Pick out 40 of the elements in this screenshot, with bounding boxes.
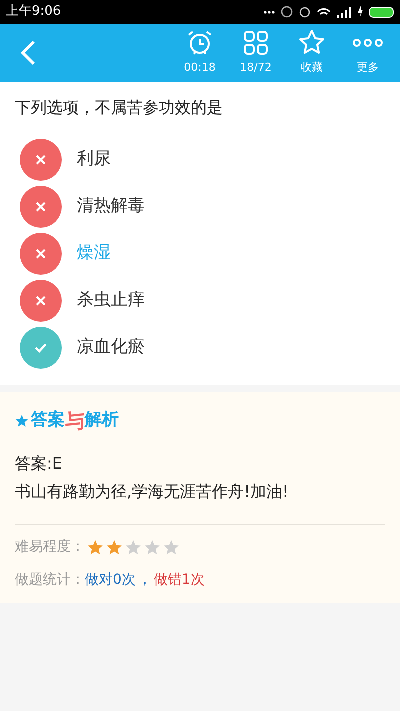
check-icon: [20, 326, 62, 368]
back-icon: [20, 40, 36, 66]
answer-text: 答案:E: [15, 453, 64, 475]
star-icon: [144, 539, 161, 556]
stats-label: 做题统计：: [15, 571, 85, 590]
encouragement-text: 书山有路勤为径,学海无涯苦作舟!加油!: [15, 481, 290, 503]
cross-icon: [20, 280, 62, 322]
correct-count: 做对0次: [85, 571, 136, 590]
analysis-title: 解析: [85, 409, 119, 432]
answer-option[interactable]: 清热解毒: [0, 183, 400, 230]
signal-icon: [337, 6, 351, 18]
star-icon: [125, 539, 142, 556]
difficulty-label: 难易程度：: [15, 538, 85, 557]
cross-icon: [20, 186, 62, 228]
wrong-count: 做错1次: [154, 571, 205, 590]
more-notifications-icon: [264, 10, 275, 14]
toolbar-button[interactable]: 更多: [340, 24, 396, 82]
analysis-title: 答案: [31, 409, 65, 432]
star-icon: [106, 539, 123, 556]
charging-icon: [357, 6, 363, 18]
question-text: 下列选项，不属苦参功效的是: [14, 97, 224, 119]
wifi-icon: [317, 8, 331, 16]
answer-option[interactable]: 凉血化瘀: [0, 324, 400, 371]
star-icon: [87, 539, 104, 556]
star-icon: [15, 414, 29, 428]
cross-icon: [20, 138, 62, 180]
alarm-clock-icon: [186, 29, 214, 58]
status-time: 上午9:06: [6, 3, 62, 22]
toolbar-button[interactable]: 00:18: [172, 24, 228, 82]
separator-text: ，: [138, 571, 152, 590]
grid-icon: [242, 29, 270, 58]
cross-icon: [20, 232, 62, 274]
star-icon: [163, 539, 180, 556]
toolbar-button[interactable]: 18/72: [228, 24, 284, 82]
answer-option[interactable]: 杀虫止痒: [0, 277, 400, 324]
answer-option[interactable]: 利尿: [0, 136, 400, 183]
toolbar-button[interactable]: 收藏: [284, 24, 340, 82]
more-icon: [353, 39, 383, 48]
answer-option[interactable]: 燥湿: [0, 230, 400, 277]
battery-icon: [369, 6, 394, 18]
